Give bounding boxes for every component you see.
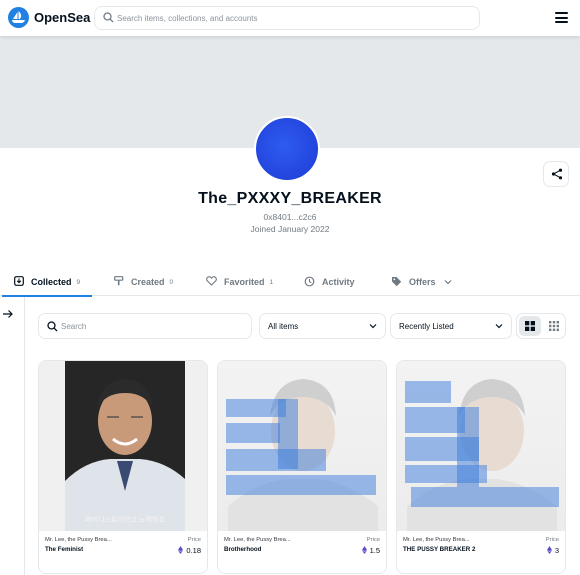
card-price: 3 (546, 546, 559, 556)
profile-avatar (254, 116, 320, 182)
tab-created[interactable]: Created 0 (114, 268, 173, 296)
tab-label: Favorited (224, 277, 265, 287)
nft-photo-faded (218, 361, 386, 531)
tab-offers[interactable]: Offers (391, 268, 452, 296)
ethereum-icon (178, 546, 184, 556)
nft-photo-faded (397, 361, 565, 531)
card-price: 1.5 (361, 546, 380, 556)
share-icon (551, 168, 563, 180)
nft-image[interactable] (218, 361, 386, 531)
select-value: Recently Listed (399, 322, 454, 331)
price-value: 3 (554, 546, 559, 555)
card-title: The Feminist (45, 546, 84, 553)
menu-icon[interactable] (555, 12, 568, 23)
global-search-input[interactable] (117, 10, 467, 26)
large-grid-icon (525, 321, 535, 331)
items-filter-select[interactable]: All items (259, 313, 386, 339)
expand-filters-button[interactable] (2, 307, 16, 321)
ethereum-icon (361, 546, 367, 556)
wallet-address[interactable]: 0x8401...c2c6 (0, 212, 580, 222)
brand-name[interactable]: OpenSea (34, 10, 90, 25)
image-caption: 페미니스트이려고 노력하죠 (85, 517, 165, 524)
small-grid-icon (549, 321, 559, 331)
tab-count: 0 (169, 278, 174, 286)
profile-name: The_PXXXY_BREAKER (198, 190, 382, 207)
tag-icon (391, 276, 402, 289)
tab-label: Activity (322, 277, 355, 287)
joined-date: Joined January 2022 (250, 224, 330, 234)
profile-tabs: Collected 9 Created 0 Favorited 1 Activi… (0, 268, 580, 297)
card-collection: Mr. Lee, the Pussy Brea... (403, 537, 470, 543)
price-label: Price (187, 537, 201, 543)
top-navbar: OpenSea (0, 0, 580, 36)
card-collection: Mr. Lee, the Pussy Brea... (224, 537, 291, 543)
history-icon (304, 276, 315, 289)
tab-activity[interactable]: Activity (304, 268, 355, 296)
nft-image[interactable] (397, 361, 565, 531)
sidebar-divider (24, 297, 25, 575)
brush-icon (114, 276, 124, 288)
sort-select[interactable]: Recently Listed (390, 313, 512, 339)
small-grid-button[interactable] (543, 316, 565, 336)
large-grid-button[interactable] (519, 316, 541, 336)
collected-icon (14, 276, 24, 288)
view-toggle (516, 313, 566, 339)
chevron-down-icon (495, 324, 503, 329)
nft-photo: 페미니스트이려고 노력하죠 (65, 361, 185, 531)
search-icon (103, 12, 114, 23)
price-label: Price (366, 537, 380, 543)
card-price: 0.18 (178, 546, 201, 556)
select-value: All items (268, 322, 299, 331)
nft-card[interactable]: Mr. Lee, the Pussy Brea... Brotherhood P… (217, 360, 387, 574)
nft-card[interactable]: Mr. Lee, the Pussy Brea... THE PUSSY BRE… (396, 360, 566, 574)
chevron-down-icon (369, 324, 377, 329)
global-search[interactable] (94, 6, 480, 30)
ethereum-icon (546, 546, 552, 556)
tab-label: Created (131, 277, 165, 287)
price-value: 0.18 (186, 546, 201, 555)
price-label: Price (545, 537, 559, 543)
tab-count: 1 (269, 278, 274, 286)
tab-favorited[interactable]: Favorited 1 (206, 268, 273, 296)
opensea-logo-icon[interactable] (8, 7, 29, 28)
arrow-right-icon (3, 310, 13, 318)
tab-count: 9 (76, 278, 81, 286)
chevron-down-icon (444, 277, 452, 287)
card-title: Brotherhood (224, 546, 262, 553)
items-search-input[interactable] (61, 319, 241, 333)
card-title: THE PUSSY BREAKER 2 (403, 546, 476, 553)
nft-card[interactable]: 페미니스트이려고 노력하죠 Mr. Lee, the Pussy Brea...… (38, 360, 208, 574)
tab-label: Offers (409, 277, 436, 287)
tab-collected[interactable]: Collected 9 (1, 268, 93, 297)
price-value: 1.5 (369, 546, 380, 555)
card-collection: Mr. Lee, the Pussy Brea... (45, 537, 112, 543)
tab-label: Collected (31, 277, 72, 287)
nft-image[interactable]: 페미니스트이려고 노력하죠 (39, 361, 207, 531)
share-button[interactable] (543, 161, 569, 187)
search-icon (47, 321, 58, 332)
items-search[interactable] (38, 313, 252, 339)
heart-icon (206, 276, 217, 288)
